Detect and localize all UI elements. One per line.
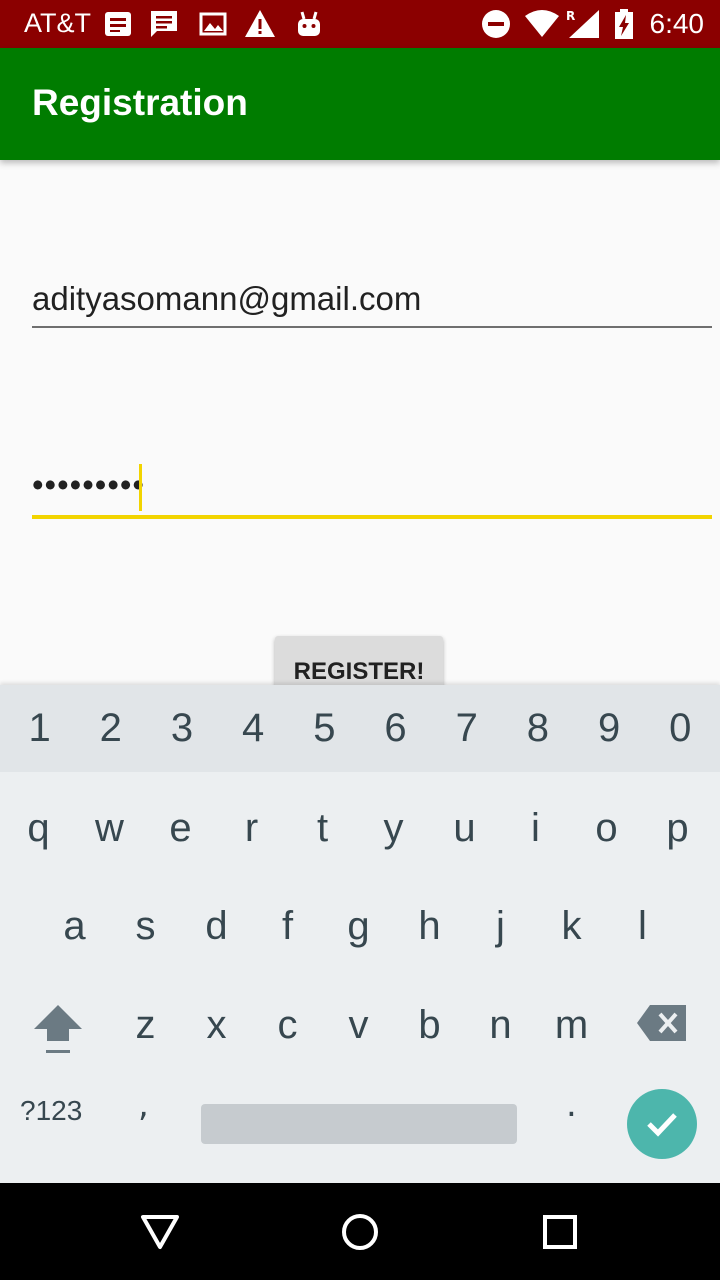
email-field-underline (32, 326, 712, 328)
key-8[interactable]: 8 (504, 685, 572, 772)
soft-keyboard: 1 2 3 4 5 6 7 8 9 0 q w e r t y u i o p … (0, 685, 720, 1183)
key-b[interactable]: b (394, 977, 465, 1073)
clock: 6:40 (649, 8, 705, 39)
recents-icon[interactable] (542, 1213, 578, 1251)
key-k[interactable]: k (536, 878, 607, 974)
key-h[interactable]: h (394, 878, 465, 974)
keyboard-row-3: z x c v b n m (110, 977, 607, 1073)
key-e[interactable]: e (145, 780, 216, 876)
key-a[interactable]: a (39, 878, 110, 974)
key-3[interactable]: 3 (148, 685, 216, 772)
key-2[interactable]: 2 (77, 685, 145, 772)
key-9[interactable]: 9 (575, 685, 643, 772)
key-0[interactable]: 0 (646, 685, 714, 772)
key-g[interactable]: g (323, 878, 394, 974)
key-l[interactable]: l (607, 878, 678, 974)
key-p[interactable]: p (642, 780, 713, 876)
carrier-label: AT&T (24, 8, 91, 38)
key-x[interactable]: x (181, 977, 252, 1073)
key-s[interactable]: s (110, 878, 181, 974)
key-6[interactable]: 6 (362, 685, 430, 772)
key-j[interactable]: j (465, 878, 536, 974)
android-icon (298, 11, 320, 36)
email-field[interactable]: adityasomann@gmail.com (32, 280, 421, 318)
keyboard-number-row: 1 2 3 4 5 6 7 8 9 0 (0, 685, 720, 772)
svg-text:R: R (566, 9, 575, 23)
home-icon[interactable] (340, 1213, 380, 1251)
key-m[interactable]: m (536, 977, 607, 1073)
key-v[interactable]: v (323, 977, 394, 1073)
keyboard-row-2: a s d f g h j k l (39, 878, 678, 974)
comma-key[interactable]: , (138, 1085, 149, 1125)
navigation-bar (0, 1183, 720, 1280)
checkmark-icon (647, 1113, 677, 1137)
password-field[interactable]: ••••••••• (32, 466, 145, 504)
battery-charging-icon (615, 9, 633, 39)
key-f[interactable]: f (252, 878, 323, 974)
key-r[interactable]: r (216, 780, 287, 876)
key-1[interactable]: 1 (6, 685, 74, 772)
key-u[interactable]: u (429, 780, 500, 876)
key-4[interactable]: 4 (219, 685, 287, 772)
spacebar[interactable] (201, 1104, 517, 1144)
shift-icon[interactable] (32, 1001, 84, 1055)
status-bar: AT&T R 6:40 (0, 0, 720, 48)
key-y[interactable]: y (358, 780, 429, 876)
key-5[interactable]: 5 (290, 685, 358, 772)
key-7[interactable]: 7 (433, 685, 501, 772)
do-not-disturb-icon (482, 10, 510, 38)
signal-roaming-icon: R (566, 9, 599, 38)
key-t[interactable]: t (287, 780, 358, 876)
password-field-underline (32, 515, 712, 519)
text-cursor (139, 464, 142, 511)
period-key[interactable]: . (566, 1085, 577, 1125)
key-n[interactable]: n (465, 977, 536, 1073)
symbols-key[interactable]: ?123 (20, 1095, 82, 1127)
register-button-label: REGISTER! (293, 658, 425, 685)
key-i[interactable]: i (500, 780, 571, 876)
backspace-icon[interactable] (636, 1003, 688, 1043)
key-w[interactable]: w (74, 780, 145, 876)
enter-key[interactable] (627, 1089, 697, 1159)
key-o[interactable]: o (571, 780, 642, 876)
key-d[interactable]: d (181, 878, 252, 974)
keyboard-row-1: q w e r t y u i o p (3, 780, 713, 876)
sim-card-icon (105, 12, 131, 36)
back-icon[interactable] (140, 1213, 180, 1251)
app-bar: Registration (0, 48, 720, 160)
image-icon (199, 12, 227, 36)
warning-icon (245, 10, 275, 37)
key-c[interactable]: c (252, 977, 323, 1073)
key-q[interactable]: q (3, 780, 74, 876)
message-icon (151, 11, 177, 37)
wifi-icon (525, 10, 559, 37)
page-title: Registration (32, 82, 248, 123)
key-z[interactable]: z (110, 977, 181, 1073)
